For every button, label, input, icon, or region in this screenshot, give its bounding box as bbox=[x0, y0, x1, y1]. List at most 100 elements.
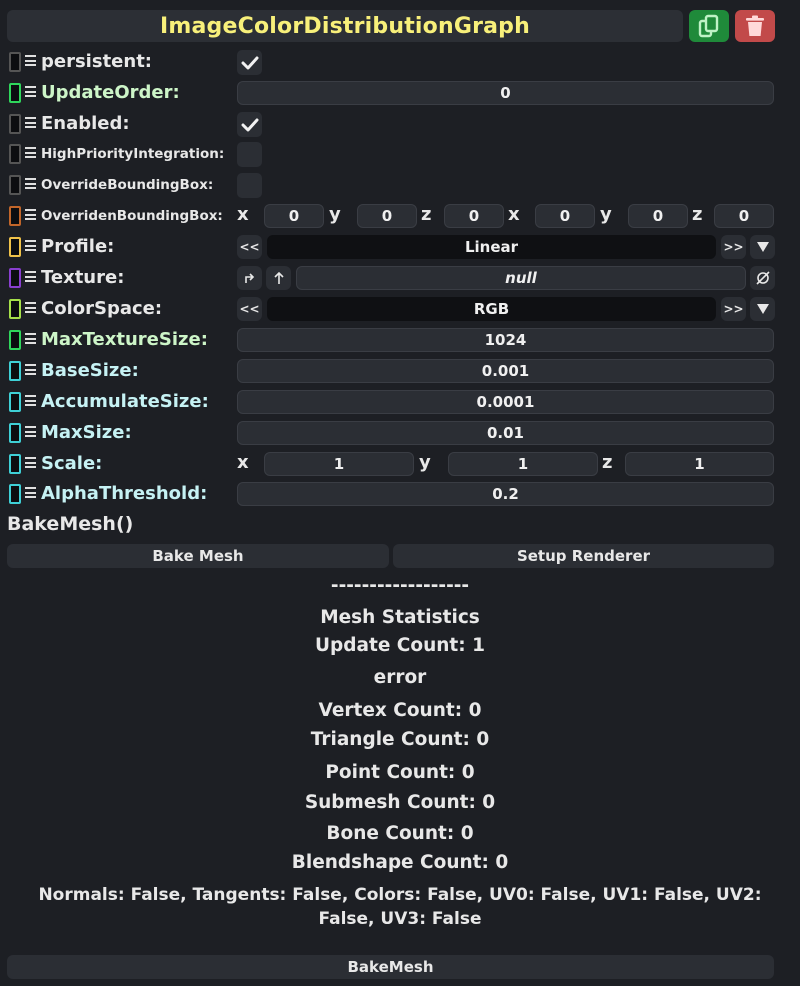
type-swatch[interactable] bbox=[9, 114, 21, 134]
checkmark-icon bbox=[241, 118, 258, 131]
max-size-input[interactable]: 0.01 bbox=[237, 421, 774, 445]
type-swatch[interactable] bbox=[9, 330, 21, 350]
profile-value: Linear bbox=[267, 235, 716, 259]
type-swatch[interactable] bbox=[9, 237, 21, 257]
type-swatch[interactable] bbox=[9, 206, 21, 226]
colorspace-next-button[interactable]: >> bbox=[721, 297, 746, 321]
stats-bone-count: Bone Count: 0 bbox=[326, 823, 474, 844]
profile-dropdown-button[interactable] bbox=[750, 235, 775, 259]
field-menu-icon[interactable] bbox=[25, 395, 36, 409]
field-menu-icon[interactable] bbox=[25, 86, 36, 100]
type-swatch[interactable] bbox=[9, 268, 21, 288]
bbox-max-z-input[interactable]: 0 bbox=[714, 204, 774, 228]
field-label: AlphaThreshold: bbox=[41, 483, 208, 504]
field-menu-icon[interactable] bbox=[25, 117, 36, 131]
colorspace-prev-button[interactable]: << bbox=[237, 297, 262, 321]
field-label: ColorSpace: bbox=[41, 298, 163, 319]
type-swatch[interactable] bbox=[9, 454, 21, 474]
type-swatch[interactable] bbox=[9, 144, 21, 164]
duplicate-button[interactable] bbox=[689, 10, 729, 42]
bake-mesh-button[interactable]: Bake Mesh bbox=[7, 544, 389, 568]
field-alpha-threshold: AlphaThreshold: 0.2 bbox=[0, 480, 800, 508]
trash-icon bbox=[746, 15, 764, 36]
delete-button[interactable] bbox=[735, 10, 775, 42]
duplicate-icon bbox=[698, 14, 719, 38]
bbox-max-y-input[interactable]: 0 bbox=[628, 204, 688, 228]
field-override-bounding-box: OverrideBoundingBox: bbox=[0, 171, 800, 199]
axis-label-z: z bbox=[692, 204, 703, 225]
field-menu-icon[interactable] bbox=[25, 364, 36, 378]
field-label: MaxSize: bbox=[41, 422, 132, 443]
base-size-input[interactable]: 0.001 bbox=[237, 359, 774, 383]
axis-label-y: y bbox=[419, 452, 431, 473]
field-label: Scale: bbox=[41, 453, 103, 474]
bbox-max-x-input[interactable]: 0 bbox=[535, 204, 595, 228]
field-menu-icon[interactable] bbox=[25, 55, 36, 69]
field-menu-icon[interactable] bbox=[25, 302, 36, 316]
chevron-down-icon bbox=[756, 304, 769, 314]
stats-triangle-count: Triangle Count: 0 bbox=[310, 729, 490, 750]
field-menu-icon[interactable] bbox=[25, 457, 36, 471]
scale-z-input[interactable]: 1 bbox=[625, 452, 774, 476]
scale-y-input[interactable]: 1 bbox=[448, 452, 598, 476]
type-swatch[interactable] bbox=[9, 299, 21, 319]
texture-clear-button[interactable] bbox=[750, 266, 775, 290]
bbox-min-z-input[interactable]: 0 bbox=[444, 204, 504, 228]
axis-label-z: z bbox=[602, 452, 613, 473]
field-menu-icon[interactable] bbox=[25, 178, 36, 192]
field-texture: Texture: null bbox=[0, 264, 800, 292]
stats-attributes-line1: Normals: False, Tangents: False, Colors:… bbox=[38, 885, 762, 905]
colorspace-dropdown-button[interactable] bbox=[750, 297, 775, 321]
arrow-up-icon bbox=[273, 272, 284, 284]
profile-prev-button[interactable]: << bbox=[237, 235, 262, 259]
bbox-min-y-input[interactable]: 0 bbox=[357, 204, 417, 228]
enabled-checkbox[interactable] bbox=[237, 112, 262, 137]
accumulate-size-input[interactable]: 0.0001 bbox=[237, 390, 774, 414]
persistent-checkbox[interactable] bbox=[237, 50, 262, 75]
texture-open-inspector-button[interactable] bbox=[237, 266, 262, 290]
type-swatch[interactable] bbox=[9, 175, 21, 195]
field-menu-icon[interactable] bbox=[25, 333, 36, 347]
field-label: Enabled: bbox=[41, 113, 130, 134]
bbox-min-x-input[interactable]: 0 bbox=[264, 204, 324, 228]
field-high-priority-integration: HighPriorityIntegration: bbox=[0, 140, 800, 168]
alpha-threshold-input[interactable]: 0.2 bbox=[237, 482, 774, 506]
field-menu-icon[interactable] bbox=[25, 271, 36, 285]
type-swatch[interactable] bbox=[9, 52, 21, 72]
texture-reference-button[interactable] bbox=[266, 266, 291, 290]
type-swatch[interactable] bbox=[9, 423, 21, 443]
update-order-input[interactable]: 0 bbox=[237, 81, 774, 105]
bake-mesh-footer-button[interactable]: BakeMesh bbox=[7, 955, 774, 979]
method-heading: BakeMesh() bbox=[7, 513, 134, 535]
type-swatch[interactable] bbox=[9, 392, 21, 412]
field-persistent: persistent: bbox=[0, 48, 800, 76]
axis-label-y: y bbox=[329, 204, 341, 225]
high-priority-checkbox[interactable] bbox=[237, 142, 262, 167]
type-swatch[interactable] bbox=[9, 361, 21, 381]
type-swatch[interactable] bbox=[9, 83, 21, 103]
stats-point-count: Point Count: 0 bbox=[325, 762, 475, 783]
field-label: HighPriorityIntegration: bbox=[41, 146, 225, 162]
field-menu-icon[interactable] bbox=[25, 147, 36, 161]
field-menu-icon[interactable] bbox=[25, 240, 36, 254]
jump-up-icon bbox=[244, 273, 254, 283]
field-label: AccumulateSize: bbox=[41, 391, 209, 412]
field-menu-icon[interactable] bbox=[25, 209, 36, 223]
texture-value[interactable]: null bbox=[296, 266, 746, 290]
colorspace-value: RGB bbox=[267, 297, 716, 321]
null-icon bbox=[755, 271, 770, 285]
profile-next-button[interactable]: >> bbox=[721, 235, 746, 259]
setup-renderer-button[interactable]: Setup Renderer bbox=[393, 544, 774, 568]
stats-error: error bbox=[373, 667, 427, 688]
stats-attributes-line2: False, UV3: False bbox=[318, 909, 482, 929]
stats-update-count: Update Count: 1 bbox=[314, 635, 485, 656]
field-menu-icon[interactable] bbox=[25, 487, 36, 501]
axis-label-x: x bbox=[508, 204, 520, 225]
stats-title: Mesh Statistics bbox=[320, 607, 480, 628]
field-label: Profile: bbox=[41, 236, 115, 257]
field-menu-icon[interactable] bbox=[25, 426, 36, 440]
max-texture-size-input[interactable]: 1024 bbox=[237, 328, 774, 352]
override-bounding-box-checkbox[interactable] bbox=[237, 173, 262, 198]
scale-x-input[interactable]: 1 bbox=[264, 452, 414, 476]
type-swatch[interactable] bbox=[9, 484, 21, 504]
